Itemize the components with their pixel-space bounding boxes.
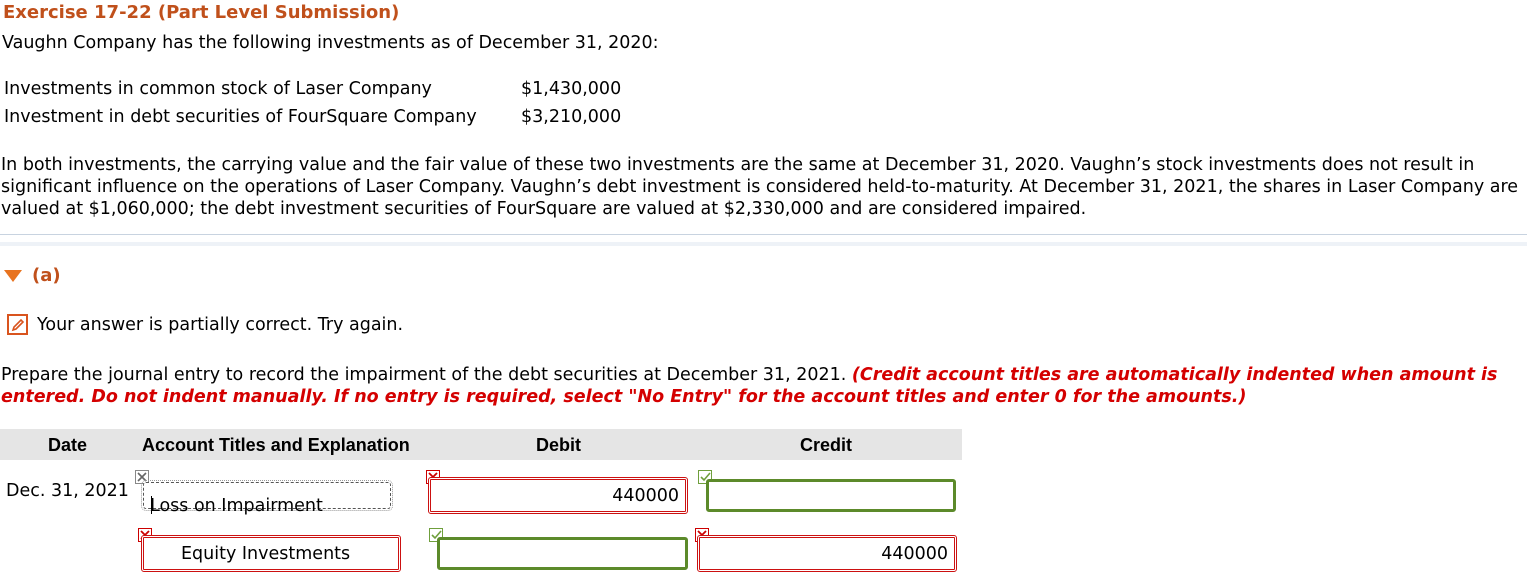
account-title-field[interactable]: Equity Investments — [141, 535, 401, 572]
credit-value: 440000 — [881, 543, 948, 564]
investment-name: Investments in common stock of Laser Com… — [4, 79, 432, 99]
debit-field[interactable]: 440000 — [428, 477, 688, 514]
credit-field[interactable] — [706, 479, 956, 512]
status-text: Your answer is partially correct. Try ag… — [37, 315, 404, 335]
credit-field[interactable]: 440000 — [697, 535, 957, 572]
header-debit: Debit — [536, 435, 581, 455]
investment-amount: $1,430,000 — [521, 79, 622, 99]
instructions: Prepare the journal entry to record the … — [1, 364, 1501, 408]
instructions-text: Prepare the journal entry to record the … — [1, 365, 852, 385]
divider — [0, 234, 1527, 235]
section-label[interactable]: (a) — [32, 265, 61, 286]
header-date: Date — [48, 435, 88, 455]
investment-amount: $3,210,000 — [521, 107, 622, 127]
header-account: Account Titles and Explanation — [142, 435, 410, 455]
exercise-title: Exercise 17-22 (Part Level Submission) — [3, 2, 400, 23]
divider-shadow — [0, 242, 1527, 246]
entry-date: Dec. 31, 2021 — [6, 481, 129, 501]
partially-correct-pencil-icon — [7, 314, 28, 335]
collapse-triangle-icon[interactable] — [4, 270, 22, 282]
account-title-field[interactable]: Loss on Impairment — [141, 480, 393, 516]
header-credit: Credit — [800, 435, 853, 455]
investment-name: Investment in debt securities of FourSqu… — [4, 107, 477, 127]
account-title-value: Equity Investments — [181, 543, 351, 564]
debit-field[interactable] — [437, 537, 688, 570]
problem-paragraph: In both investments, the carrying value … — [1, 155, 1519, 219]
debit-value: 440000 — [612, 485, 679, 506]
intro-text: Vaughn Company has the following investm… — [2, 33, 659, 53]
